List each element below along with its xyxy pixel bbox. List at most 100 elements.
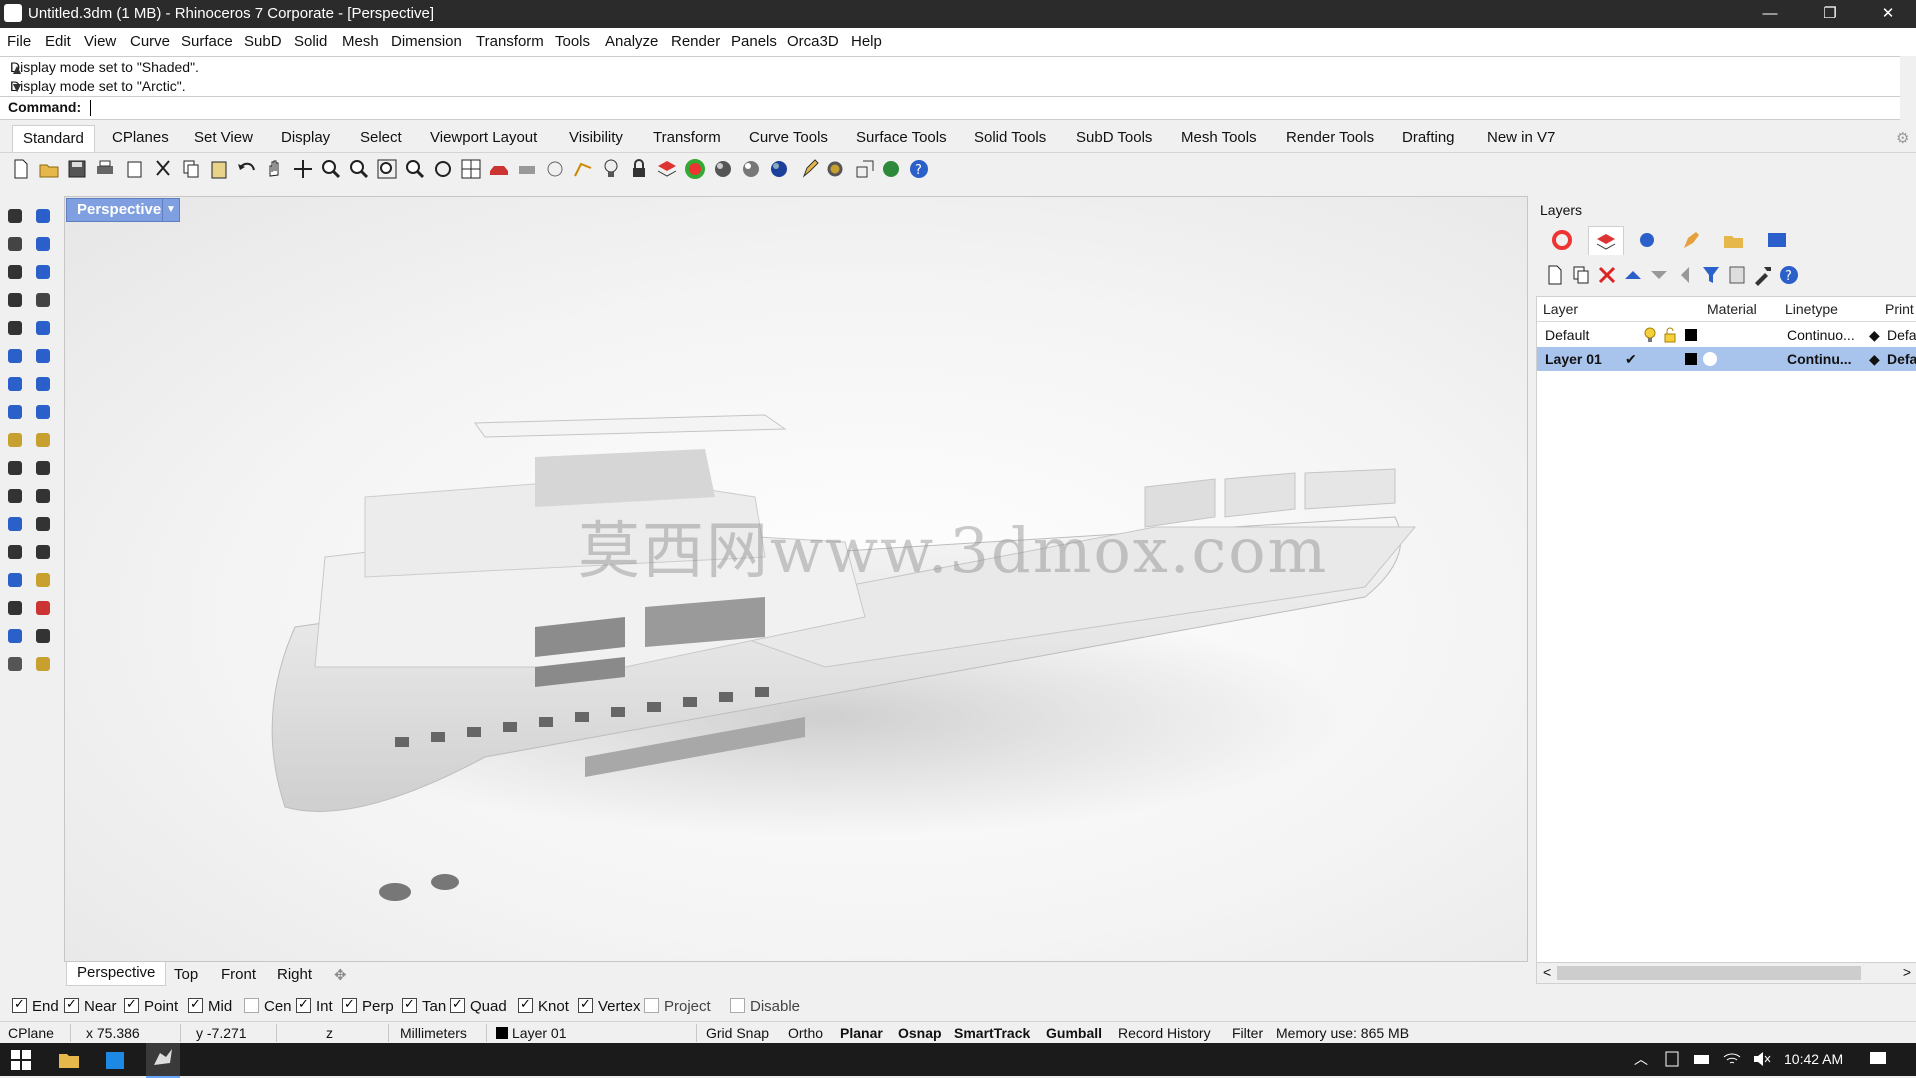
new-layer-icon[interactable] bbox=[1544, 264, 1566, 286]
osnap-toggle[interactable]: Osnap bbox=[898, 1025, 942, 1041]
horizontal-scrollbar[interactable]: < > bbox=[1536, 962, 1916, 984]
sphere-blue-icon[interactable] bbox=[768, 158, 790, 180]
move-to-parent-icon[interactable] bbox=[1674, 264, 1696, 286]
material-swatch[interactable] bbox=[1703, 352, 1717, 366]
menu-edit[interactable]: Edit bbox=[45, 33, 71, 50]
rotate-view-icon[interactable] bbox=[432, 158, 454, 180]
scrollbar-thumb[interactable] bbox=[1557, 966, 1861, 980]
move-view-icon[interactable] bbox=[292, 158, 314, 180]
delete-layer-icon[interactable] bbox=[1596, 264, 1618, 286]
vp-tab-top[interactable]: Top bbox=[174, 966, 198, 983]
new-file-icon[interactable] bbox=[10, 158, 32, 180]
layer-name[interactable]: Default bbox=[1545, 327, 1589, 343]
maximize-button[interactable]: ❐ bbox=[1802, 0, 1858, 28]
ellipse-icon[interactable] bbox=[32, 261, 54, 283]
menu-panels[interactable]: Panels bbox=[731, 33, 777, 50]
four-viewports-icon[interactable] bbox=[460, 158, 482, 180]
zoom-selected-icon[interactable] bbox=[404, 158, 426, 180]
sphere-render-icon[interactable] bbox=[740, 158, 762, 180]
tab-set-view[interactable]: Set View bbox=[194, 129, 253, 146]
help-icon[interactable]: ? bbox=[908, 158, 930, 180]
print-color-diamond-icon[interactable]: ◆ bbox=[1869, 327, 1880, 344]
display-tab-icon[interactable] bbox=[1760, 226, 1794, 254]
tab-solid-tools[interactable]: Solid Tools bbox=[974, 129, 1046, 146]
tab-visibility[interactable]: Visibility bbox=[569, 129, 623, 146]
osnap-mid[interactable]: Mid bbox=[188, 996, 232, 1015]
osnap-checkbox[interactable] bbox=[578, 996, 593, 1013]
vp-tab-front[interactable]: Front bbox=[221, 966, 256, 983]
print-icon[interactable] bbox=[94, 158, 116, 180]
osnap-vertex[interactable]: Vertex bbox=[578, 996, 641, 1015]
osnap-checkbox[interactable] bbox=[188, 996, 203, 1013]
menu-view[interactable]: View bbox=[84, 33, 116, 50]
toolbar-settings-icon[interactable]: ⚙ bbox=[1896, 129, 1909, 147]
text-icon[interactable] bbox=[4, 513, 26, 535]
tab-drafting[interactable]: Drafting bbox=[1402, 129, 1455, 146]
gear-icon[interactable] bbox=[824, 158, 846, 180]
undo-icon[interactable] bbox=[236, 158, 258, 180]
osnap-disable[interactable]: Disable bbox=[730, 998, 800, 1015]
rhino-taskbar-button[interactable] bbox=[146, 1043, 180, 1078]
column-print[interactable]: Print bbox=[1885, 301, 1914, 317]
tab-select[interactable]: Select bbox=[360, 129, 402, 146]
copy-icon[interactable] bbox=[180, 158, 202, 180]
notifications-icon[interactable] bbox=[1868, 1049, 1888, 1069]
osnap-knot[interactable]: Knot bbox=[518, 996, 569, 1015]
tools-icon[interactable] bbox=[1752, 264, 1774, 286]
gumball-icon[interactable] bbox=[32, 597, 54, 619]
split-icon[interactable] bbox=[4, 457, 26, 479]
box-icon[interactable] bbox=[4, 373, 26, 395]
osnap-project[interactable]: Project bbox=[644, 998, 711, 1015]
render-icon[interactable] bbox=[4, 653, 26, 675]
osnap-perp[interactable]: Perp bbox=[342, 996, 394, 1015]
zoom-window-icon[interactable] bbox=[348, 158, 370, 180]
check-icon[interactable] bbox=[32, 625, 54, 647]
osnap-checkbox[interactable] bbox=[450, 996, 465, 1013]
smarttrack-toggle[interactable]: SmartTrack bbox=[954, 1025, 1030, 1041]
grid-snap-toggle[interactable]: Grid Snap bbox=[706, 1025, 769, 1041]
sweep-icon[interactable] bbox=[32, 345, 54, 367]
column-layer[interactable]: Layer bbox=[1543, 301, 1578, 317]
menu-dimension[interactable]: Dimension bbox=[391, 33, 462, 50]
file-explorer-icon[interactable] bbox=[58, 1049, 80, 1071]
show-hidden-icons-icon[interactable]: ︿ bbox=[1634, 1049, 1648, 1069]
osnap-tan[interactable]: Tan bbox=[402, 996, 446, 1015]
scroll-up-icon[interactable]: ▲ bbox=[10, 61, 24, 77]
layers-tab-icon[interactable] bbox=[1588, 226, 1624, 255]
tab-mesh-tools[interactable]: Mesh Tools bbox=[1181, 129, 1257, 146]
current-layer-check-icon[interactable]: ✔ bbox=[1625, 351, 1637, 368]
layer-row-layer01[interactable]: Layer 01 ✔ Continu... ◆ Defa bbox=[1537, 347, 1916, 371]
dimension-icon[interactable] bbox=[32, 513, 54, 535]
lock-icon[interactable] bbox=[628, 158, 650, 180]
viewport-menu-dropdown-icon[interactable]: ▼ bbox=[162, 199, 179, 221]
close-button[interactable]: ✕ bbox=[1860, 0, 1916, 28]
command-input[interactable] bbox=[90, 100, 91, 116]
circle-icon[interactable] bbox=[4, 261, 26, 283]
menu-orca3d[interactable]: Orca3D bbox=[787, 33, 839, 50]
device-icon[interactable] bbox=[1662, 1049, 1682, 1069]
planar-toggle[interactable]: Planar bbox=[840, 1025, 883, 1041]
battery-icon[interactable] bbox=[1692, 1049, 1712, 1069]
help-icon[interactable]: ? bbox=[1778, 264, 1800, 286]
cut-icon[interactable] bbox=[152, 158, 174, 180]
osnap-checkbox[interactable] bbox=[244, 998, 259, 1013]
point-icon[interactable] bbox=[32, 205, 54, 227]
menu-solid[interactable]: Solid bbox=[294, 33, 327, 50]
osnap-checkbox[interactable] bbox=[12, 996, 27, 1013]
array-icon[interactable] bbox=[4, 541, 26, 563]
filter-icon[interactable] bbox=[1700, 264, 1722, 286]
menu-mesh[interactable]: Mesh bbox=[342, 33, 379, 50]
surface-icon[interactable] bbox=[4, 345, 26, 367]
osnap-checkbox[interactable] bbox=[342, 996, 357, 1013]
save-icon[interactable] bbox=[66, 158, 88, 180]
menu-tools[interactable]: Tools bbox=[555, 33, 590, 50]
menu-analyze[interactable]: Analyze bbox=[605, 33, 658, 50]
tab-surface-tools[interactable]: Surface Tools bbox=[856, 129, 947, 146]
menu-file[interactable]: File bbox=[7, 33, 31, 50]
tab-viewport-layout[interactable]: Viewport Layout bbox=[430, 129, 537, 146]
materials-tab-icon[interactable] bbox=[1674, 226, 1708, 254]
tab-cplanes[interactable]: CPlanes bbox=[112, 129, 169, 146]
layer-name[interactable]: Layer 01 bbox=[1545, 351, 1602, 367]
tab-subd-tools[interactable]: SubD Tools bbox=[1076, 129, 1152, 146]
layer-print[interactable]: Defa bbox=[1887, 351, 1916, 367]
